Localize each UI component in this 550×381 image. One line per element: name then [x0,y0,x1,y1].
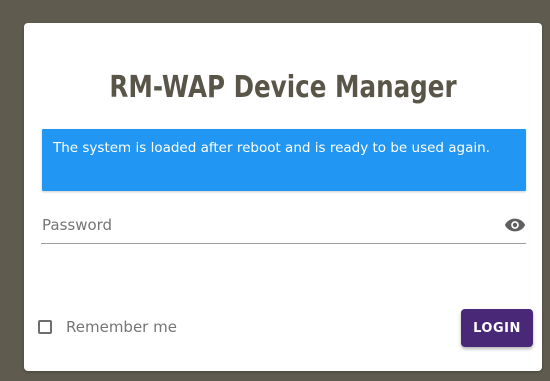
remember-label[interactable]: Remember me [66,318,177,336]
remember-me[interactable]: Remember me [38,317,177,337]
password-placeholder[interactable]: Password [42,216,112,234]
remember-checkbox[interactable] [38,320,52,334]
status-alert: The system is loaded after reboot and is… [42,129,526,191]
eye-icon[interactable] [504,217,526,233]
login-button[interactable]: LOGIN [461,309,533,347]
login-card: RM-WAP Device Manager The system is load… [24,23,542,371]
page-title: RM-WAP Device Manager [109,70,457,105]
password-field[interactable]: Password [41,212,526,244]
